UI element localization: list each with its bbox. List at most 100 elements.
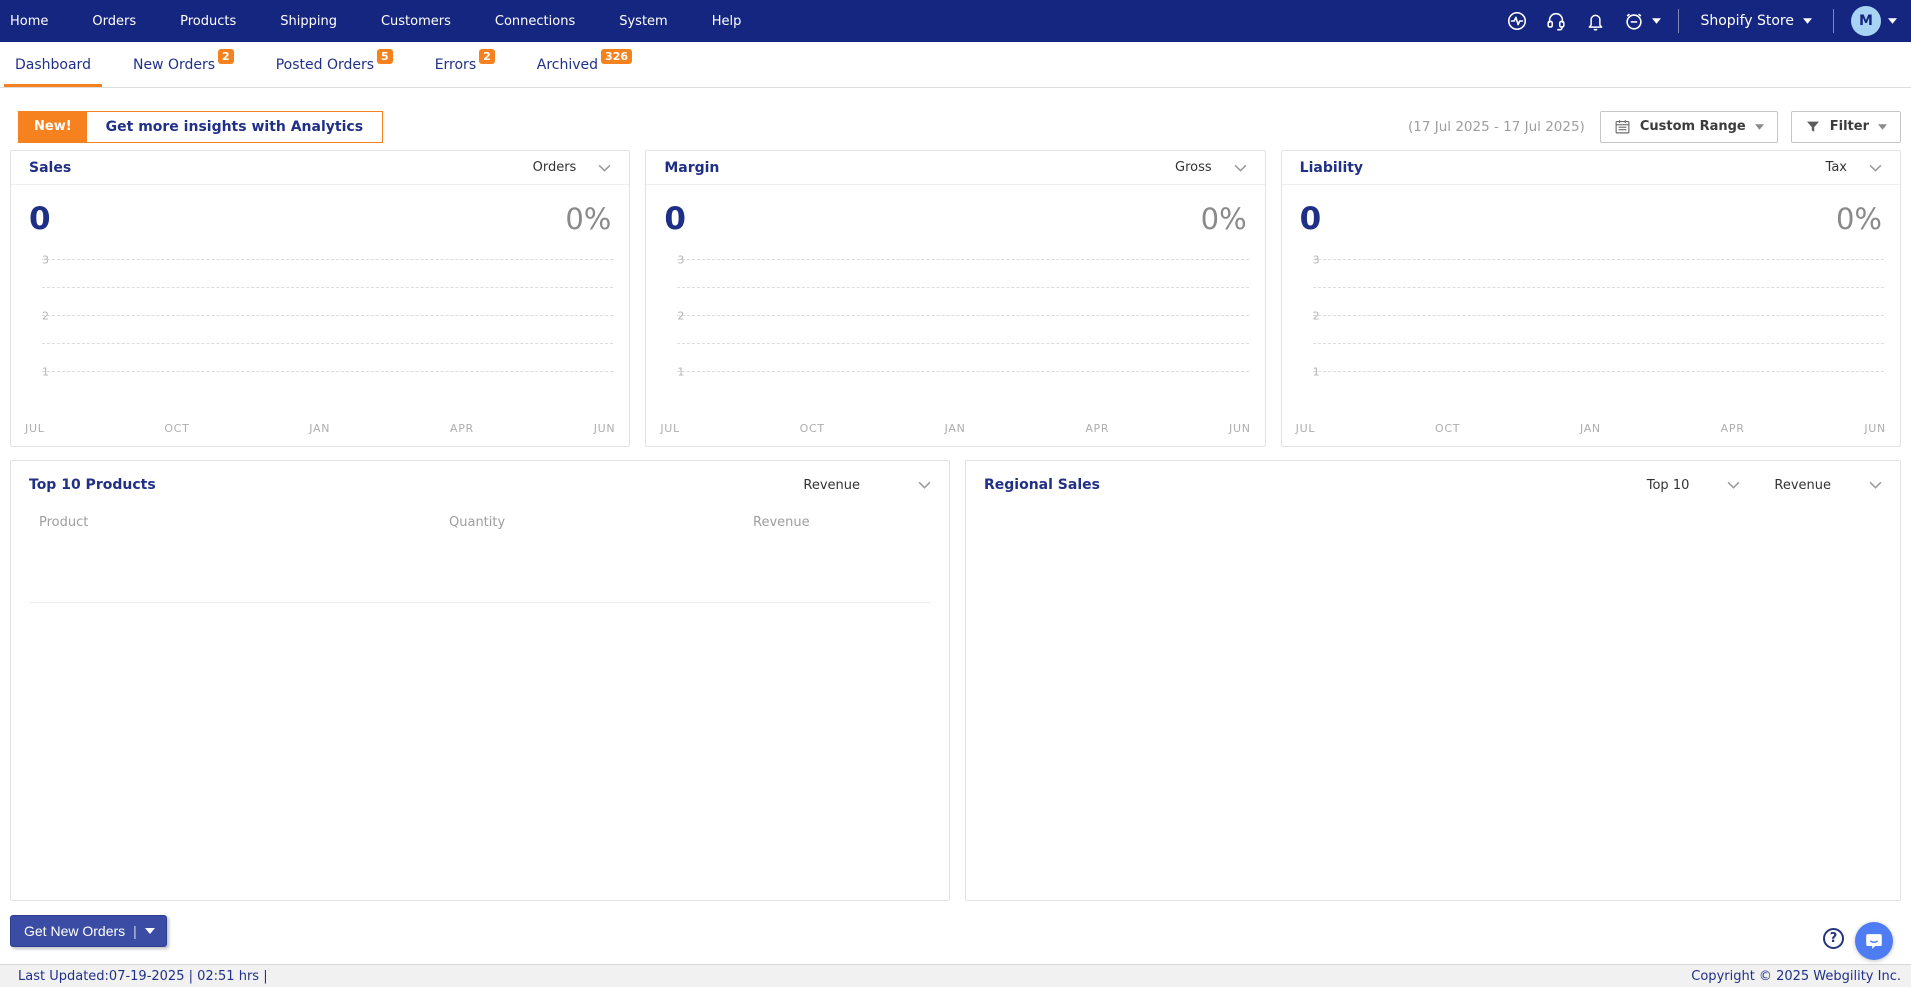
dropdown-value: Revenue [803, 477, 860, 493]
store-selector-label: Shopify Store [1700, 13, 1794, 29]
tab-label: Dashboard [15, 56, 91, 73]
y-tick: 3 [42, 253, 49, 267]
chevron-down-icon [1869, 164, 1882, 172]
tab-label: Errors [434, 56, 477, 73]
margin-metric-dropdown[interactable]: Gross [1175, 160, 1247, 175]
liability-metric-dropdown[interactable]: Tax [1826, 160, 1882, 175]
y-tick: 1 [1312, 365, 1320, 379]
sales-metric-dropdown[interactable]: Orders [533, 160, 612, 175]
x-tick: JUL [1295, 422, 1316, 435]
margin-card: Margin Gross 0 0% 3 2 1 JUL OCT JAN APR … [645, 150, 1266, 447]
caret-down-icon [1803, 18, 1812, 24]
top-products-card: Top 10 Products Revenue Product Quantity… [10, 460, 950, 901]
status-bar: Last Updated:07-19-2025 | 02:51 hrs | Co… [0, 964, 1911, 987]
liability-card: Liability Tax 0 0% 3 2 1 JUL OCT JAN APR… [1280, 150, 1901, 447]
filter-funnel-icon [1806, 121, 1819, 132]
metric-value: 0 [1299, 201, 1322, 237]
last-updated-text: Last Updated:07-19-2025 | 02:51 hrs | [18, 968, 268, 984]
card-title: Liability [1299, 159, 1364, 176]
tab-archived[interactable]: Archived 326 [524, 42, 645, 87]
tab-badge: 5 [377, 49, 393, 64]
custom-range-button[interactable]: Custom Range [1599, 110, 1778, 143]
caret-down-icon [1888, 18, 1897, 24]
nav-products[interactable]: Products [180, 14, 258, 29]
scheduler-dropdown[interactable] [1623, 10, 1662, 32]
chat-messenger-icon[interactable] [1855, 922, 1893, 960]
button-separator: | [133, 923, 137, 939]
dropdown-value: Revenue [1774, 477, 1831, 493]
navbar-divider [1678, 9, 1680, 33]
card-title: Margin [664, 159, 720, 176]
x-tick: JAN [309, 422, 331, 435]
nav-help[interactable]: Help [712, 14, 764, 29]
card-title: Sales [29, 159, 72, 176]
column-quantity: Quantity [449, 515, 506, 530]
dropdown-value: Top 10 [1646, 477, 1690, 493]
card-title: Regional Sales [984, 477, 1100, 493]
regional-count-dropdown[interactable]: Top 10 [1647, 478, 1741, 493]
metric-cards-row: Sales Orders 0 0% 3 2 1 JUL OCT JAN APR … [10, 150, 1901, 447]
card-title: Top 10 Products [29, 477, 156, 493]
sales-card: Sales Orders 0 0% 3 2 1 JUL OCT JAN APR … [10, 150, 631, 447]
store-selector[interactable]: Shopify Store [1696, 13, 1816, 29]
products-table-header: Product Quantity Revenue [11, 509, 949, 530]
top-navbar: Home Orders Products Shipping Customers … [0, 0, 1911, 42]
x-tick: JUN [593, 422, 616, 435]
user-menu[interactable]: M [1851, 6, 1897, 36]
tab-label: New Orders [132, 56, 216, 73]
metric-percent: 0% [1200, 202, 1247, 236]
x-tick: JUL [25, 422, 45, 435]
dropdown-value: Tax [1825, 160, 1847, 175]
chevron-down-icon [598, 164, 611, 172]
nav-customers[interactable]: Customers [381, 14, 473, 29]
x-tick: JUN [1864, 422, 1886, 435]
nav-orders[interactable]: Orders [92, 14, 158, 29]
analytics-promo-button[interactable]: New! Get more insights with Analytics [18, 110, 384, 143]
metric-percent: 0% [565, 202, 612, 236]
caret-down-icon [144, 928, 155, 934]
avatar: M [1851, 6, 1881, 36]
y-tick: 2 [677, 309, 685, 323]
margin-chart: 3 2 1 [662, 255, 1249, 378]
tab-badge: 326 [601, 49, 633, 64]
y-tick: 3 [677, 253, 685, 267]
date-range-text: (17 Jul 2025 - 17 Jul 2025) [1408, 118, 1585, 135]
tab-badge: 2 [218, 49, 234, 64]
x-axis-labels: JUL OCT JAN APR JUN [660, 422, 1250, 435]
help-icon[interactable]: ? [1823, 928, 1844, 949]
headset-icon[interactable] [1545, 10, 1567, 32]
y-tick: 1 [42, 365, 49, 379]
tab-dashboard[interactable]: Dashboard [2, 42, 104, 87]
copyright-text: Copyright © 2025 Webgility Inc. [1691, 968, 1901, 984]
x-tick: JUN [1229, 422, 1251, 435]
x-axis-labels: JUL OCT JAN APR JUN [25, 422, 615, 435]
metric-percent: 0% [1835, 202, 1882, 236]
regional-sales-card: Regional Sales Top 10 Revenue [965, 460, 1901, 901]
calendar-icon [1615, 120, 1630, 134]
chevron-down-icon [918, 481, 931, 489]
alarm-icon [1623, 10, 1645, 32]
products-metric-dropdown[interactable]: Revenue [803, 478, 931, 493]
tab-new-orders[interactable]: New Orders 2 [120, 42, 247, 87]
chevron-down-icon [1869, 481, 1882, 489]
tab-posted-orders[interactable]: Posted Orders 5 [263, 42, 406, 87]
regional-metric-dropdown[interactable]: Revenue [1774, 478, 1882, 493]
sales-chart: 3 2 1 [27, 255, 614, 379]
activity-icon[interactable] [1506, 10, 1528, 32]
bell-icon[interactable] [1584, 10, 1606, 32]
nav-system[interactable]: System [619, 14, 689, 29]
y-tick: 3 [1312, 253, 1320, 267]
tab-bar: Dashboard New Orders 2 Posted Orders 5 E… [0, 42, 1911, 88]
y-tick: 2 [1312, 309, 1320, 323]
chevron-down-icon [1727, 481, 1740, 489]
get-new-orders-button[interactable]: Get New Orders | [10, 915, 167, 947]
nav-home[interactable]: Home [10, 14, 70, 29]
nav-shipping[interactable]: Shipping [280, 14, 359, 29]
new-badge: New! [19, 111, 87, 142]
tab-errors[interactable]: Errors 2 [422, 42, 508, 87]
custom-range-label: Custom Range [1639, 119, 1746, 134]
x-axis-labels: JUL OCT JAN APR JUN [1296, 422, 1886, 435]
x-tick: APR [1720, 422, 1745, 435]
nav-connections[interactable]: Connections [495, 14, 597, 29]
filter-button[interactable]: Filter [1790, 110, 1901, 143]
